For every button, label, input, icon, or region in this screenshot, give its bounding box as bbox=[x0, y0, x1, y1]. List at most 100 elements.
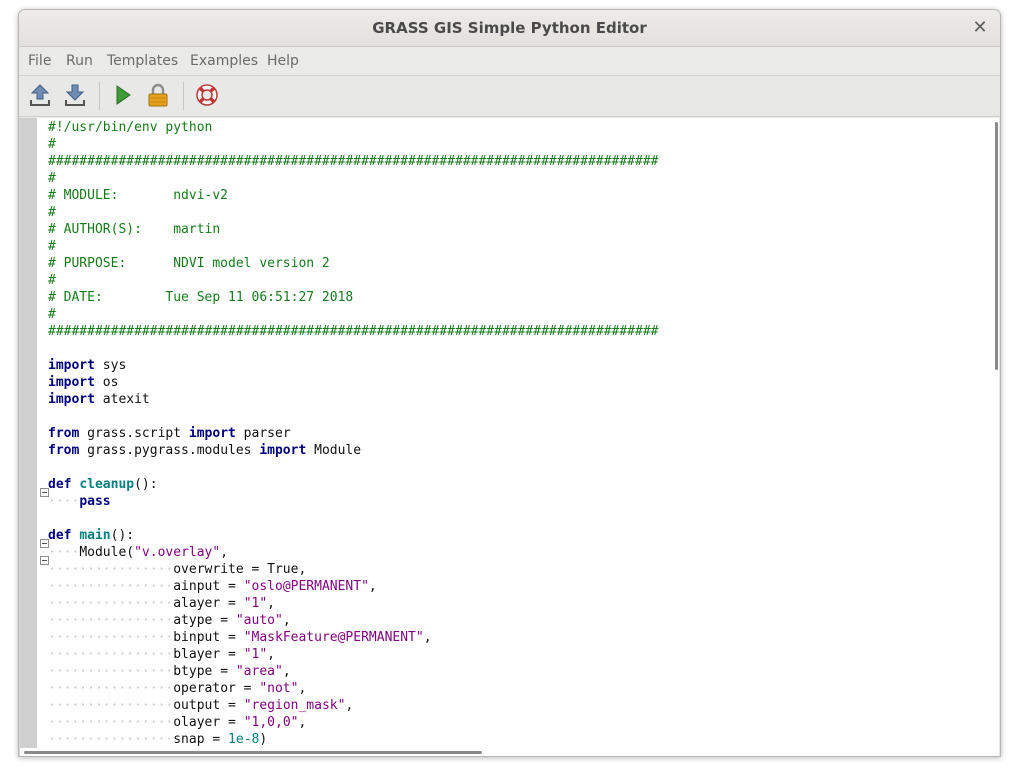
code-line[interactable]: ················overwrite = True, bbox=[48, 561, 306, 578]
code-line[interactable]: # bbox=[48, 272, 56, 289]
code-line[interactable]: # bbox=[48, 238, 56, 255]
code-token: ················ bbox=[48, 579, 174, 594]
code-token: , bbox=[267, 596, 275, 611]
code-token: ················ bbox=[48, 681, 174, 696]
code-line[interactable]: ····Module("v.overlay", bbox=[48, 544, 228, 561]
code-token: # bbox=[48, 171, 56, 186]
code-line[interactable]: ················snap = 1e-8) bbox=[48, 731, 267, 748]
code-line[interactable]: # bbox=[48, 204, 56, 221]
menu-help[interactable]: Help bbox=[267, 47, 299, 75]
open-file-button[interactable] bbox=[27, 82, 53, 108]
code-line[interactable]: ················btype = "area", bbox=[48, 663, 291, 680]
code-token: "auto" bbox=[235, 613, 283, 628]
code-line[interactable]: ················ainput = "oslo@PERMANENT… bbox=[48, 578, 377, 595]
code-line[interactable]: ················blayer = "1", bbox=[48, 646, 275, 663]
code-line[interactable]: # bbox=[48, 170, 56, 187]
code-token: grass.script bbox=[79, 426, 189, 441]
code-token: "v.overlay" bbox=[134, 545, 221, 560]
code-token: import bbox=[259, 443, 307, 458]
code-token: , bbox=[282, 613, 291, 628]
fold-marker-cleanup[interactable] bbox=[40, 488, 49, 497]
code-line[interactable]: # MODULE: ndvi-v2 bbox=[48, 187, 228, 204]
code-token: ················ bbox=[48, 732, 174, 747]
code-line[interactable]: ················olayer = "1,0,0", bbox=[48, 714, 306, 731]
save-file-button[interactable] bbox=[62, 82, 88, 108]
code-line[interactable]: ########################################… bbox=[48, 153, 658, 170]
code-line[interactable]: ················binput = "MaskFeature@PE… bbox=[48, 629, 432, 646]
code-token: # PURPOSE: NDVI model version 2 bbox=[48, 256, 330, 271]
code-line[interactable]: ····pass bbox=[48, 493, 111, 510]
code-token: ) bbox=[259, 732, 268, 747]
fold-marker-module[interactable] bbox=[40, 556, 49, 565]
code-line[interactable]: def main(): bbox=[48, 527, 134, 544]
code-line[interactable]: ########################################… bbox=[48, 323, 658, 340]
code-token: , bbox=[298, 715, 307, 730]
lock-button[interactable] bbox=[145, 82, 171, 108]
vertical-scroll-thumb[interactable] bbox=[995, 122, 998, 370]
code-line[interactable]: ················alayer = "1", bbox=[48, 595, 275, 612]
code-editor[interactable]: #!/usr/bin/env python # ##################… bbox=[19, 118, 999, 756]
code-line[interactable]: from grass.pygrass.modules import Module bbox=[48, 442, 361, 459]
code-token: "not" bbox=[259, 681, 299, 696]
code-token: sys bbox=[94, 358, 127, 373]
menu-run[interactable]: Run bbox=[66, 47, 93, 75]
code-token: ················ bbox=[48, 596, 174, 611]
code-line[interactable]: # bbox=[48, 136, 56, 153]
code-line[interactable]: # DATE: Tue Sep 11 06:51:27 2018 bbox=[48, 289, 353, 306]
code-token: parser bbox=[235, 426, 291, 441]
code-token: grass.pygrass.modules bbox=[79, 443, 260, 458]
help-button[interactable] bbox=[194, 82, 220, 108]
code-token: atexit bbox=[94, 392, 150, 407]
run-button[interactable] bbox=[110, 82, 136, 108]
code-token: overwrite = True, bbox=[173, 562, 307, 577]
code-token: # bbox=[48, 239, 56, 254]
code-token: def bbox=[48, 528, 72, 543]
code-token: snap = bbox=[173, 732, 229, 747]
fold-marker-main[interactable] bbox=[40, 539, 49, 548]
open-file-icon bbox=[30, 84, 50, 106]
code-token: ainput = bbox=[173, 579, 244, 594]
code-token: import bbox=[188, 426, 236, 441]
code-line[interactable]: # PURPOSE: NDVI model version 2 bbox=[48, 255, 330, 272]
code-token: os bbox=[94, 375, 119, 390]
code-line[interactable]: import os bbox=[48, 374, 118, 391]
code-token: Module( bbox=[79, 545, 135, 560]
code-line[interactable]: # AUTHOR(S): martin bbox=[48, 221, 220, 238]
editor-margin bbox=[20, 118, 37, 748]
code-token: atype = bbox=[173, 613, 236, 628]
code-token: , bbox=[220, 545, 229, 560]
menu-file[interactable]: File bbox=[28, 47, 51, 75]
code-line[interactable]: ················atype = "auto", bbox=[48, 612, 291, 629]
vertical-scrollbar[interactable] bbox=[995, 118, 999, 748]
code-token: , bbox=[282, 664, 291, 679]
title-bar[interactable]: GRASS GIS Simple Python Editor ✕ bbox=[19, 10, 1000, 47]
code-token: ················ bbox=[48, 698, 174, 713]
code-token: operator = bbox=[173, 681, 260, 696]
code-token: , bbox=[267, 647, 275, 662]
close-button[interactable]: ✕ bbox=[970, 18, 990, 38]
code-token: main bbox=[79, 528, 111, 543]
code-line[interactable]: def cleanup(): bbox=[48, 476, 158, 493]
horizontal-scroll-thumb[interactable] bbox=[24, 751, 482, 754]
code-token: (): bbox=[134, 477, 158, 492]
code-token: ···· bbox=[48, 545, 80, 560]
code-line[interactable]: ················operator = "not", bbox=[48, 680, 306, 697]
code-token: ########################################… bbox=[48, 154, 659, 169]
code-line[interactable]: from grass.script import parser bbox=[48, 425, 291, 442]
code-line[interactable]: import atexit bbox=[48, 391, 150, 408]
menu-examples[interactable]: Examples bbox=[190, 47, 258, 75]
toolbar bbox=[19, 76, 1000, 117]
code-token: ················ bbox=[48, 562, 174, 577]
code-token: "MaskFeature@PERMANENT" bbox=[243, 630, 424, 645]
menu-templates[interactable]: Templates bbox=[107, 47, 178, 75]
code-token: binput = bbox=[173, 630, 244, 645]
code-line[interactable]: import sys bbox=[48, 357, 126, 374]
code-token: ················ bbox=[48, 647, 174, 662]
code-line[interactable]: ················output = "region_mask", bbox=[48, 697, 353, 714]
code-line[interactable]: #!/usr/bin/env python bbox=[48, 119, 212, 136]
code-token: import bbox=[48, 392, 95, 407]
editor-window: GRASS GIS Simple Python Editor ✕ File Ru… bbox=[18, 9, 1001, 757]
code-token: output = bbox=[173, 698, 244, 713]
code-line[interactable]: # bbox=[48, 306, 56, 323]
save-file-icon bbox=[65, 84, 85, 106]
